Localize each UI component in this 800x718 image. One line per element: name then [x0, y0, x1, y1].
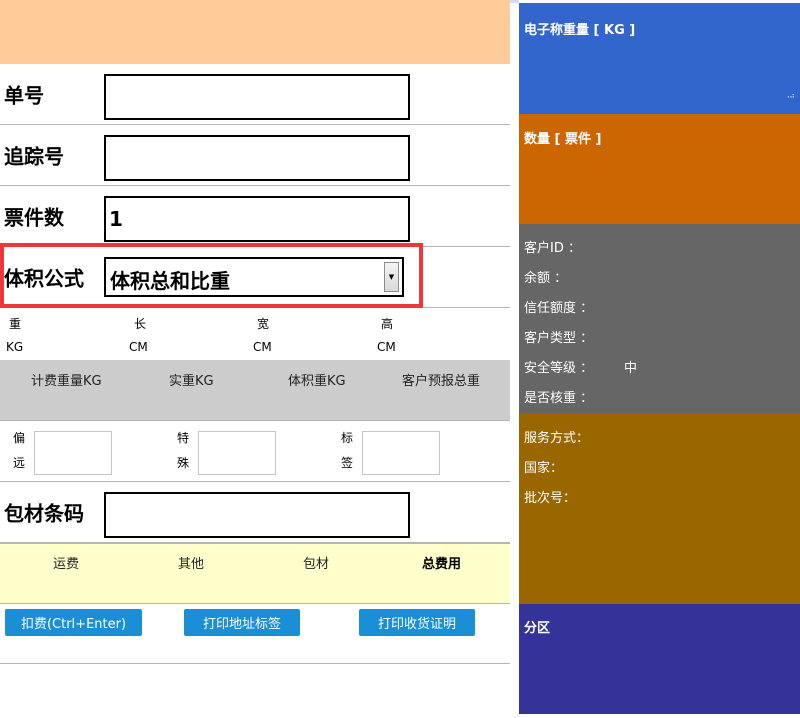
fees-summary: 运费 其他 包材 总费用 [0, 543, 510, 604]
weights-summary: 计费重量KG 实重KG 体积重KG 客户预报总重 [0, 360, 510, 421]
highlight-box [0, 243, 423, 308]
security-level-label: 安全等级 ： [524, 361, 594, 376]
special-label-2: 殊 [176, 456, 189, 470]
label-fee-label-2: 签 [340, 456, 353, 470]
packaging-label: 包材条码 [4, 501, 84, 526]
weight-header: 重 [9, 317, 22, 331]
tracking-input[interactable] [104, 135, 410, 181]
packaging-row: 包材条码 [0, 482, 510, 543]
dimensions-header: 重 KG 长 CM 宽 CM 高 CM [0, 308, 510, 360]
volumetric-weight-label: 体积重KG [288, 374, 346, 389]
tracking-label: 追踪号 [4, 144, 64, 169]
header-band [0, 0, 510, 64]
service-label: 服务方式： [524, 431, 590, 446]
tracking-row: 追踪号 [0, 125, 510, 186]
remote-label-2: 远 [12, 456, 25, 470]
batch-label: 批次号： [524, 491, 577, 506]
zone-panel: 分区 [519, 604, 800, 714]
charge-button[interactable]: 扣费(Ctrl+Enter) [5, 609, 142, 636]
quantity-panel: 数量 [ 票件 ] [519, 114, 800, 224]
remote-input[interactable] [34, 431, 112, 475]
verify-weight-label: 是否核重 ： [524, 391, 594, 406]
resize-grip-icon[interactable]: ⠠⠴ [784, 91, 795, 100]
height-header: 高 [381, 317, 394, 331]
country-label: 国家： [524, 461, 564, 476]
declared-weight-label: 客户预报总重 [402, 374, 481, 389]
height-unit: CM [377, 340, 396, 354]
pieces-label: 票件数 [4, 205, 64, 230]
customer-type-label: 客户类型 ： [524, 331, 594, 346]
freight-label: 运费 [53, 557, 80, 572]
billing-weight-label: 计费重量KG [31, 374, 102, 389]
operation-form: 单号 追踪号 票件数 体积公式 体积总和比重 ▼ 重 KG 长 CM 宽 CM … [0, 0, 510, 718]
print-receipt-button[interactable]: 打印收货证明 [359, 609, 475, 636]
label-fee-label-1: 标 [340, 431, 353, 445]
order-no-label: 单号 [4, 83, 44, 108]
zone-title: 分区 [524, 621, 551, 636]
divider [0, 663, 510, 664]
remote-label-1: 偏 [12, 431, 25, 445]
quantity-title: 数量 [ 票件 ] [524, 132, 602, 147]
info-sidebar: 电子称重量 [ KG ] ⠠⠴ 数量 [ 票件 ] 客户ID ： 余额 ： 信任… [519, 0, 800, 718]
pieces-input[interactable] [104, 196, 410, 242]
credit-label: 信任额度 ： [524, 301, 594, 316]
length-unit: CM [129, 340, 148, 354]
customer-id-label: 客户ID ： [524, 241, 581, 256]
security-level-value: 中 [624, 361, 638, 376]
weight-unit: KG [6, 340, 24, 354]
customer-info-panel: 客户ID ： 余额 ： 信任额度 ： 客户类型 ： 安全等级 ： 中 是否核重 … [519, 224, 800, 414]
order-no-input[interactable] [104, 74, 410, 120]
width-unit: CM [253, 340, 272, 354]
pieces-row: 票件数 [0, 186, 510, 247]
length-header: 长 [134, 317, 147, 331]
label-fee-input[interactable] [362, 431, 440, 475]
width-header: 宽 [257, 317, 270, 331]
packaging-barcode-input[interactable] [104, 492, 410, 538]
special-input[interactable] [198, 431, 276, 475]
scale-weight-title: 电子称重量 [ KG ] [524, 23, 636, 38]
service-info-panel: 服务方式： 国家： 批次号： [519, 414, 800, 604]
packaging-fee-label: 包材 [303, 557, 330, 572]
order-no-row: 单号 [0, 64, 510, 125]
surcharge-row: 偏 远 特 殊 标 签 [0, 421, 510, 482]
special-label-1: 特 [176, 431, 189, 445]
other-fee-label: 其他 [178, 557, 205, 572]
actual-weight-label: 实重KG [169, 374, 214, 389]
balance-label: 余额 ： [524, 271, 568, 286]
scale-weight-panel: 电子称重量 [ KG ] ⠠⠴ [519, 3, 800, 114]
total-fee-label: 总费用 [422, 557, 462, 572]
print-address-label-button[interactable]: 打印地址标签 [184, 609, 300, 636]
